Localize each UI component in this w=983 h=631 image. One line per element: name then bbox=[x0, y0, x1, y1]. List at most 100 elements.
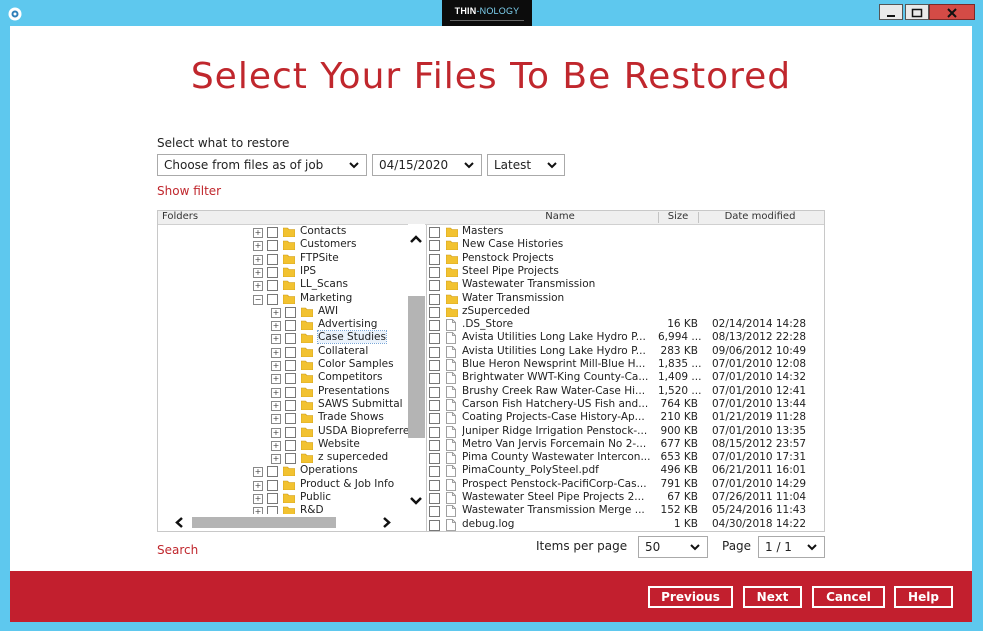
file-row-checkbox[interactable] bbox=[429, 386, 440, 398]
tree-item[interactable]: + AWI bbox=[158, 305, 408, 319]
tree-item-checkbox[interactable] bbox=[285, 320, 296, 332]
chevron-up-icon[interactable] bbox=[410, 234, 422, 244]
date-select[interactable]: 04/15/2020 bbox=[372, 154, 482, 176]
file-row-checkbox[interactable] bbox=[429, 439, 440, 451]
tree-item[interactable]: + Trade Shows bbox=[158, 411, 408, 425]
file-row-checkbox[interactable] bbox=[429, 293, 440, 305]
file-row[interactable]: PimaCounty_PolySteel.pdf 496 KB 06/21/2011… bbox=[426, 464, 824, 478]
file-row-checkbox[interactable] bbox=[429, 479, 440, 491]
maximize-button[interactable] bbox=[905, 4, 929, 20]
tree-item[interactable]: + Contacts bbox=[158, 225, 408, 239]
expand-icon[interactable]: + bbox=[271, 374, 281, 385]
show-filter-link[interactable]: Show filter bbox=[157, 184, 221, 198]
file-row-checkbox[interactable] bbox=[429, 466, 440, 478]
expand-icon[interactable]: + bbox=[271, 307, 281, 318]
job-select[interactable]: Choose from files as of job bbox=[157, 154, 367, 176]
expand-icon[interactable]: + bbox=[253, 267, 263, 278]
expand-icon[interactable]: + bbox=[253, 241, 263, 252]
file-row[interactable]: Wastewater Transmission bbox=[426, 278, 824, 292]
tree-item-checkbox[interactable] bbox=[285, 399, 296, 411]
file-row[interactable]: Steel Pipe Projects bbox=[426, 265, 824, 279]
file-row[interactable]: .DS_Store 16 KB 02/14/2014 14:28 bbox=[426, 318, 824, 332]
expand-icon[interactable]: + bbox=[271, 414, 281, 425]
tree-item-checkbox[interactable] bbox=[285, 360, 296, 371]
file-row[interactable]: Pima County Wastewater Intercon... 653 KB… bbox=[426, 451, 824, 465]
collapse-icon[interactable]: − bbox=[253, 294, 263, 305]
file-row-checkbox[interactable] bbox=[429, 493, 440, 504]
file-row[interactable]: Water Transmission bbox=[426, 292, 824, 306]
file-row[interactable]: Metro Van Jervis Forcemain No 2-... 677 K… bbox=[426, 438, 824, 452]
file-row[interactable]: Masters bbox=[426, 225, 824, 239]
file-row-checkbox[interactable] bbox=[429, 506, 440, 518]
expand-icon[interactable]: + bbox=[271, 334, 281, 345]
tree-item-checkbox[interactable] bbox=[267, 293, 278, 305]
file-row-checkbox[interactable] bbox=[429, 373, 440, 385]
file-row[interactable]: Carson Fish Hatchery-US Fish and... 764 K… bbox=[426, 398, 824, 412]
tree-item[interactable]: + z superceded bbox=[158, 451, 408, 465]
next-button[interactable]: Next bbox=[743, 586, 802, 608]
file-row[interactable]: Juniper Ridge Irrigation Penstock-... 900… bbox=[426, 425, 824, 439]
file-row-checkbox[interactable] bbox=[429, 360, 440, 371]
horizontal-scroll-thumb[interactable] bbox=[192, 517, 336, 528]
file-row-checkbox[interactable] bbox=[429, 227, 440, 238]
file-row[interactable]: New Case Histories bbox=[426, 238, 824, 252]
file-row-checkbox[interactable] bbox=[429, 306, 440, 318]
vertical-scrollbar[interactable] bbox=[408, 224, 425, 514]
tree-item[interactable]: + Website bbox=[158, 438, 408, 452]
expand-icon[interactable]: + bbox=[271, 321, 281, 332]
tree-item[interactable]: + USDA Biopreferred bbox=[158, 425, 416, 439]
file-row-checkbox[interactable] bbox=[429, 399, 440, 411]
file-row[interactable]: Penstock Projects bbox=[426, 252, 824, 266]
file-row[interactable]: Wastewater Steel Pipe Projects 2... 67 KB… bbox=[426, 491, 824, 505]
tree-item-checkbox[interactable] bbox=[267, 280, 278, 292]
expand-icon[interactable]: + bbox=[253, 467, 263, 478]
chevron-left-icon[interactable] bbox=[174, 517, 184, 528]
page-select[interactable]: 1 / 1 bbox=[758, 536, 825, 558]
search-link[interactable]: Search bbox=[157, 543, 198, 557]
tree-item-checkbox[interactable] bbox=[267, 466, 278, 478]
tree-item-checkbox[interactable] bbox=[285, 373, 296, 385]
expand-icon[interactable]: + bbox=[253, 228, 263, 238]
tree-item-checkbox[interactable] bbox=[267, 253, 278, 265]
file-row[interactable]: Brightwater WWT-King County-Ca... 1,409 .… bbox=[426, 371, 824, 385]
column-name[interactable]: Name bbox=[462, 211, 658, 222]
tree-item[interactable]: + Collateral bbox=[158, 345, 408, 359]
tree-item-checkbox[interactable] bbox=[285, 346, 296, 358]
tree-item[interactable]: + LL_Scans bbox=[158, 278, 408, 292]
file-row[interactable]: Avista Utilities Long Lake Hydro P... 6,9… bbox=[426, 331, 824, 345]
file-row[interactable]: Wastewater Transmission Merge ... 152 KB 0… bbox=[426, 504, 824, 518]
expand-icon[interactable]: + bbox=[271, 454, 281, 465]
file-row[interactable]: debug.log 1 KB 04/30/2018 14:22 bbox=[426, 518, 824, 531]
file-row-checkbox[interactable] bbox=[429, 266, 440, 278]
chevron-down-icon[interactable] bbox=[410, 496, 422, 506]
tree-item-checkbox[interactable] bbox=[267, 227, 278, 238]
minimize-button[interactable] bbox=[879, 4, 903, 20]
tree-item[interactable]: + Operations bbox=[158, 464, 408, 478]
tree-item-checkbox[interactable] bbox=[285, 439, 296, 451]
help-button[interactable]: Help bbox=[894, 586, 953, 608]
expand-icon[interactable]: + bbox=[271, 427, 281, 438]
chevron-right-icon[interactable] bbox=[382, 517, 392, 528]
file-row-checkbox[interactable] bbox=[429, 240, 440, 252]
file-row[interactable]: zSuperceded bbox=[426, 305, 824, 319]
vertical-scroll-thumb[interactable] bbox=[408, 296, 425, 438]
cancel-button[interactable]: Cancel bbox=[812, 586, 885, 608]
tree-item[interactable]: + Advertising bbox=[158, 318, 408, 332]
expand-icon[interactable]: + bbox=[253, 480, 263, 491]
tree-item[interactable]: + IPS bbox=[158, 265, 408, 279]
tree-item-checkbox[interactable] bbox=[267, 479, 278, 491]
tree-item[interactable]: + Presentations bbox=[158, 385, 408, 399]
expand-icon[interactable]: + bbox=[253, 281, 263, 292]
file-row-checkbox[interactable] bbox=[429, 253, 440, 265]
file-row-checkbox[interactable] bbox=[429, 333, 440, 345]
tree-item[interactable]: + Case Studies bbox=[158, 330, 408, 345]
file-row[interactable]: Avista Utilities Long Lake Hydro P... 283… bbox=[426, 345, 824, 359]
tree-item-checkbox[interactable] bbox=[285, 413, 296, 425]
expand-icon[interactable]: + bbox=[271, 400, 281, 411]
tree-item[interactable]: + Public bbox=[158, 491, 408, 505]
expand-icon[interactable]: + bbox=[271, 361, 281, 371]
expand-icon[interactable]: + bbox=[271, 440, 281, 451]
file-row-checkbox[interactable] bbox=[429, 426, 440, 438]
file-row-checkbox[interactable] bbox=[429, 280, 440, 292]
file-row-checkbox[interactable] bbox=[429, 519, 440, 531]
